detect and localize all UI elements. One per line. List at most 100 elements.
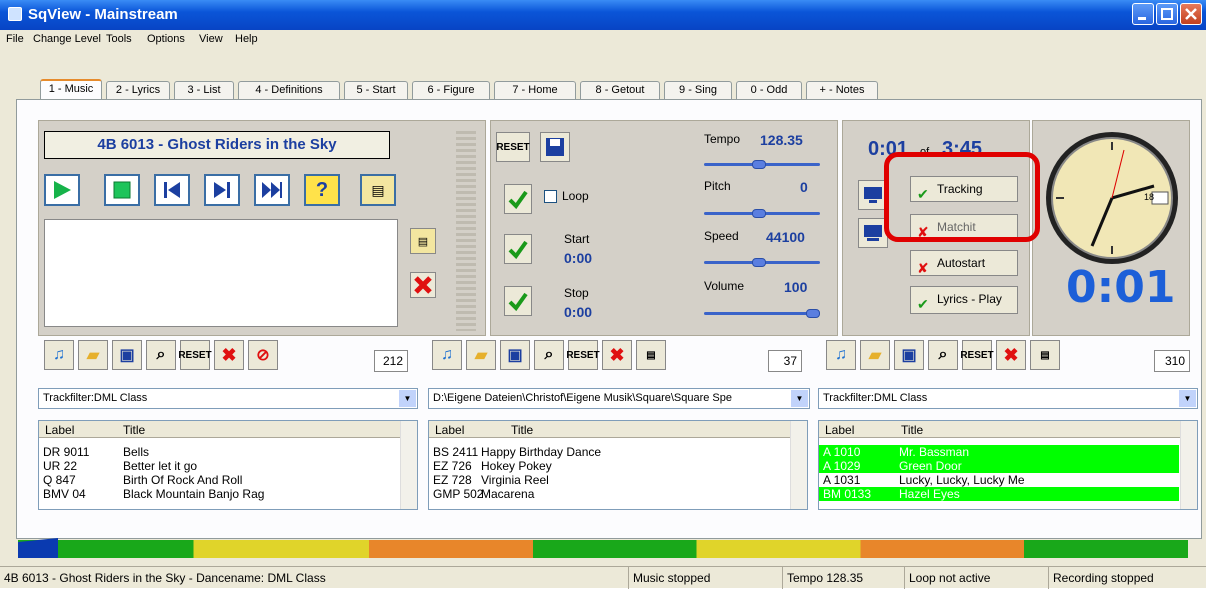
table-row[interactable]: Q 847 Birth Of Rock And Roll: [39, 473, 399, 487]
column-header-title[interactable]: Title: [901, 423, 923, 437]
list2-search-button[interactable]: ⌕: [534, 340, 564, 370]
list3-search-button[interactable]: ⌕: [928, 340, 958, 370]
table-row[interactable]: EZ 728 Virginia Reel: [429, 473, 789, 487]
stop-button[interactable]: [104, 174, 140, 206]
table-row[interactable]: DR 9011 Bells: [39, 445, 399, 459]
loop-confirm-button[interactable]: [504, 184, 532, 214]
volume-slider[interactable]: [704, 312, 820, 315]
list2-scrollbar[interactable]: [790, 421, 807, 509]
table-row[interactable]: BS 2411 Happy Birthday Dance: [429, 445, 789, 459]
list2-save-button[interactable]: ▣: [500, 340, 530, 370]
list2-filter-select[interactable]: D:\Eigene Dateien\Christof\Eigene Musik\…: [428, 388, 810, 409]
fast-forward-button[interactable]: [254, 174, 290, 206]
list3-open-button[interactable]: ▰: [860, 340, 890, 370]
list1-clear-button[interactable]: ⊘: [248, 340, 278, 370]
save-button[interactable]: [540, 132, 570, 162]
list2-table[interactable]: Label Title BS 2411 Happy Birthday Dance E…: [428, 420, 808, 510]
reset-button[interactable]: RESET: [496, 132, 530, 162]
menu-view[interactable]: View: [199, 33, 223, 45]
song-progress-bar[interactable]: [18, 540, 1188, 558]
list3-notes-button[interactable]: ▤: [1030, 340, 1060, 370]
edit-notes-button[interactable]: ▤: [410, 228, 436, 254]
list3-filter-select[interactable]: Trackfilter:DML Class ▼: [818, 388, 1198, 409]
column-header-label[interactable]: Label: [825, 423, 854, 437]
list1-search-button[interactable]: ⌕: [146, 340, 176, 370]
menu-options[interactable]: Options: [147, 33, 185, 45]
notes-button[interactable]: ▤: [360, 174, 396, 206]
search-icon: ⌕: [938, 346, 948, 363]
list1-delete-button[interactable]: ✖: [214, 340, 244, 370]
status-recording: Recording stopped: [1048, 567, 1206, 589]
minimize-button[interactable]: [1132, 3, 1154, 25]
menu-file[interactable]: File: [6, 33, 24, 45]
list1-load-button[interactable]: ♫: [44, 340, 74, 370]
menu-tools[interactable]: Tools: [106, 33, 132, 45]
list1-filter-select[interactable]: Trackfilter:DML Class ▼: [38, 388, 418, 409]
tab-sing[interactable]: 9 - Sing: [664, 81, 732, 99]
list1-toolbar: ♫ ▰ ▣ ⌕ RESET ✖ ⊘: [44, 340, 278, 374]
table-row[interactable]: UR 22 Better let it go: [39, 459, 399, 473]
table-row[interactable]: BM 0133 Hazel Eyes: [819, 487, 1179, 501]
column-header-label[interactable]: Label: [435, 423, 464, 437]
delete-notes-button[interactable]: [410, 272, 436, 298]
lyrics-play-label: Lyrics - Play: [937, 292, 1002, 306]
table-row[interactable]: GMP 502 Macarena: [429, 487, 789, 501]
list3-scrollbar[interactable]: [1180, 421, 1197, 509]
table-row[interactable]: A 1031 Lucky, Lucky, Lucky Me: [819, 473, 1179, 487]
next-button[interactable]: [204, 174, 240, 206]
table-row[interactable]: A 1029 Green Door: [819, 459, 1179, 473]
list3-save-button[interactable]: ▣: [894, 340, 924, 370]
notepad-icon: ▤: [371, 181, 385, 198]
maximize-button[interactable]: [1156, 3, 1178, 25]
speed-slider-thumb[interactable]: [752, 258, 766, 267]
pitch-slider-thumb[interactable]: [752, 209, 766, 218]
notepad-icon: ▤: [417, 235, 429, 248]
tab-definitions[interactable]: 4 - Definitions: [238, 81, 340, 99]
previous-button[interactable]: [154, 174, 190, 206]
loop-checkbox[interactable]: [544, 190, 557, 203]
menu-help[interactable]: Help: [235, 33, 258, 45]
table-row[interactable]: BMV 04 Black Mountain Banjo Rag: [39, 487, 399, 501]
set-stop-button[interactable]: [504, 286, 532, 316]
list3-load-button[interactable]: ♫: [826, 340, 856, 370]
table-row[interactable]: EZ 726 Hokey Pokey: [429, 459, 789, 473]
table-row[interactable]: A 1010 Mr. Bassman: [819, 445, 1179, 459]
list1-save-button[interactable]: ▣: [112, 340, 142, 370]
list1-scrollbar[interactable]: [400, 421, 417, 509]
play-button[interactable]: [44, 174, 80, 206]
tab-start[interactable]: 5 - Start: [344, 81, 408, 99]
tab-getout[interactable]: 8 - Getout: [580, 81, 660, 99]
volume-slider-thumb[interactable]: [806, 309, 820, 318]
menu-change-level[interactable]: Change Level: [33, 33, 101, 45]
list2-reset-button[interactable]: RESET: [566, 340, 600, 370]
song-info-area[interactable]: [44, 219, 398, 327]
autostart-button[interactable]: ✘ Autostart: [910, 250, 1018, 276]
start-value: 0:00: [564, 250, 593, 266]
column-header-title[interactable]: Title: [123, 423, 145, 437]
tab-list[interactable]: 3 - List: [174, 81, 234, 99]
list1-table[interactable]: Label Title DR 9011 Bells UR 22 Better let …: [38, 420, 418, 510]
list2-delete-button[interactable]: ✖: [602, 340, 632, 370]
tab-lyrics[interactable]: 2 - Lyrics: [106, 81, 170, 99]
list1-reset-button[interactable]: RESET: [178, 340, 212, 370]
lyrics-play-button[interactable]: ✔ Lyrics - Play: [910, 286, 1018, 314]
tab-odd[interactable]: 0 - Odd: [736, 81, 802, 99]
list2-open-button[interactable]: ▰: [466, 340, 496, 370]
autostart-label: Autostart: [937, 256, 986, 270]
column-header-title[interactable]: Title: [511, 423, 533, 437]
tab-home[interactable]: 7 - Home: [494, 81, 576, 99]
list2-notes-button[interactable]: ▤: [636, 340, 666, 370]
list3-table[interactable]: Label Title A 1010 Mr. Bassman A 1029 Green…: [818, 420, 1198, 510]
list3-delete-button[interactable]: ✖: [996, 340, 1026, 370]
tab-notes[interactable]: + - Notes: [806, 81, 878, 99]
help-button[interactable]: ?: [304, 174, 340, 206]
tempo-slider-thumb[interactable]: [752, 160, 766, 169]
list2-load-button[interactable]: ♫: [432, 340, 462, 370]
close-button[interactable]: [1180, 3, 1202, 25]
column-header-label[interactable]: Label: [45, 423, 74, 437]
list1-open-button[interactable]: ▰: [78, 340, 108, 370]
list3-reset-button[interactable]: RESET: [960, 340, 994, 370]
tab-figure[interactable]: 6 - Figure: [412, 81, 490, 99]
tab-music[interactable]: 1 - Music: [40, 79, 102, 100]
set-start-button[interactable]: [504, 234, 532, 264]
